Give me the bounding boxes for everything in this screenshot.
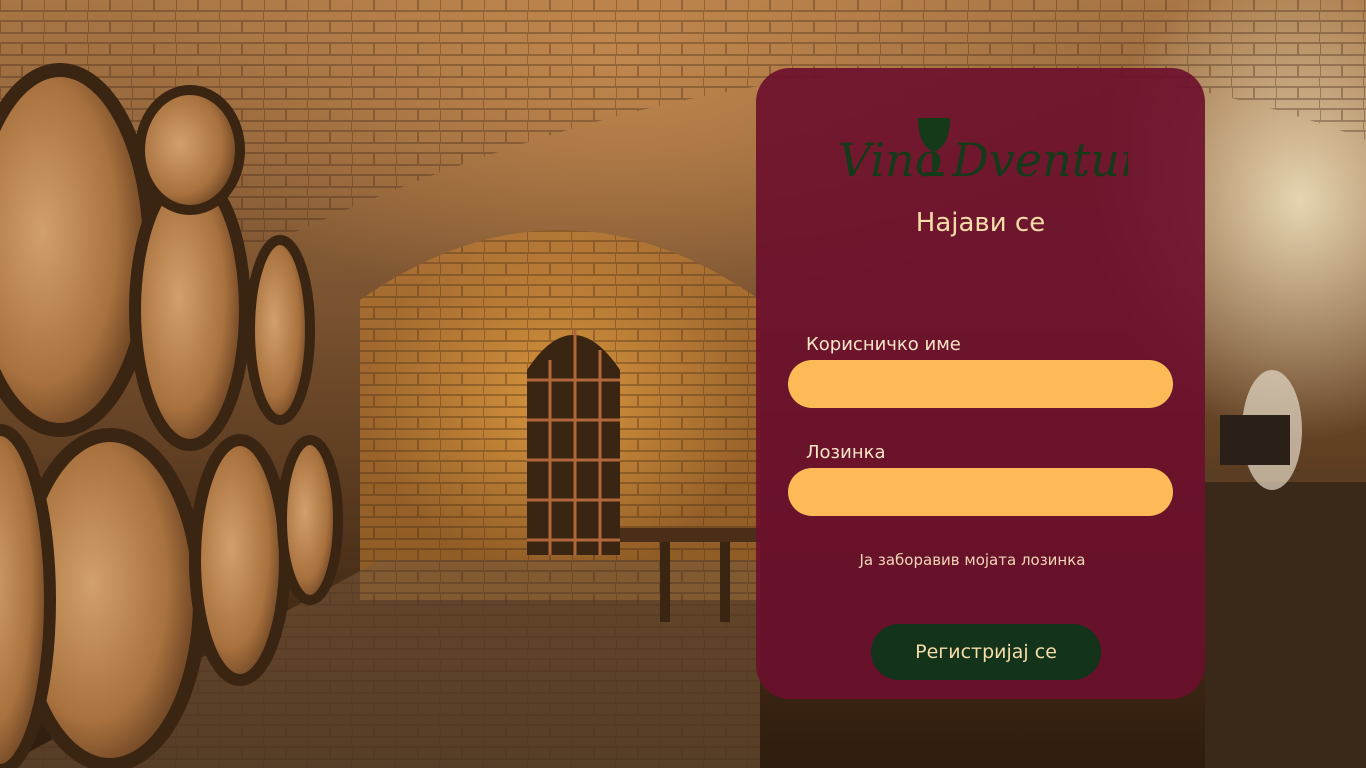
vinodventura-logo: Vino Dventura [838, 118, 1128, 187]
register-button[interactable]: Регистријај се [871, 624, 1101, 680]
login-panel: Vino Dventura Најави се Корисничко име Л… [756, 68, 1205, 699]
password-input[interactable] [788, 468, 1173, 516]
logo-text-right: Dventura [951, 133, 1128, 187]
password-label: Лозинка [806, 442, 886, 463]
login-title: Најави се [915, 208, 1046, 238]
forgot-password-link[interactable]: Ја заборавив мојата лозинка [756, 551, 1189, 569]
username-label: Корисничко име [806, 334, 961, 355]
username-input[interactable] [788, 360, 1173, 408]
